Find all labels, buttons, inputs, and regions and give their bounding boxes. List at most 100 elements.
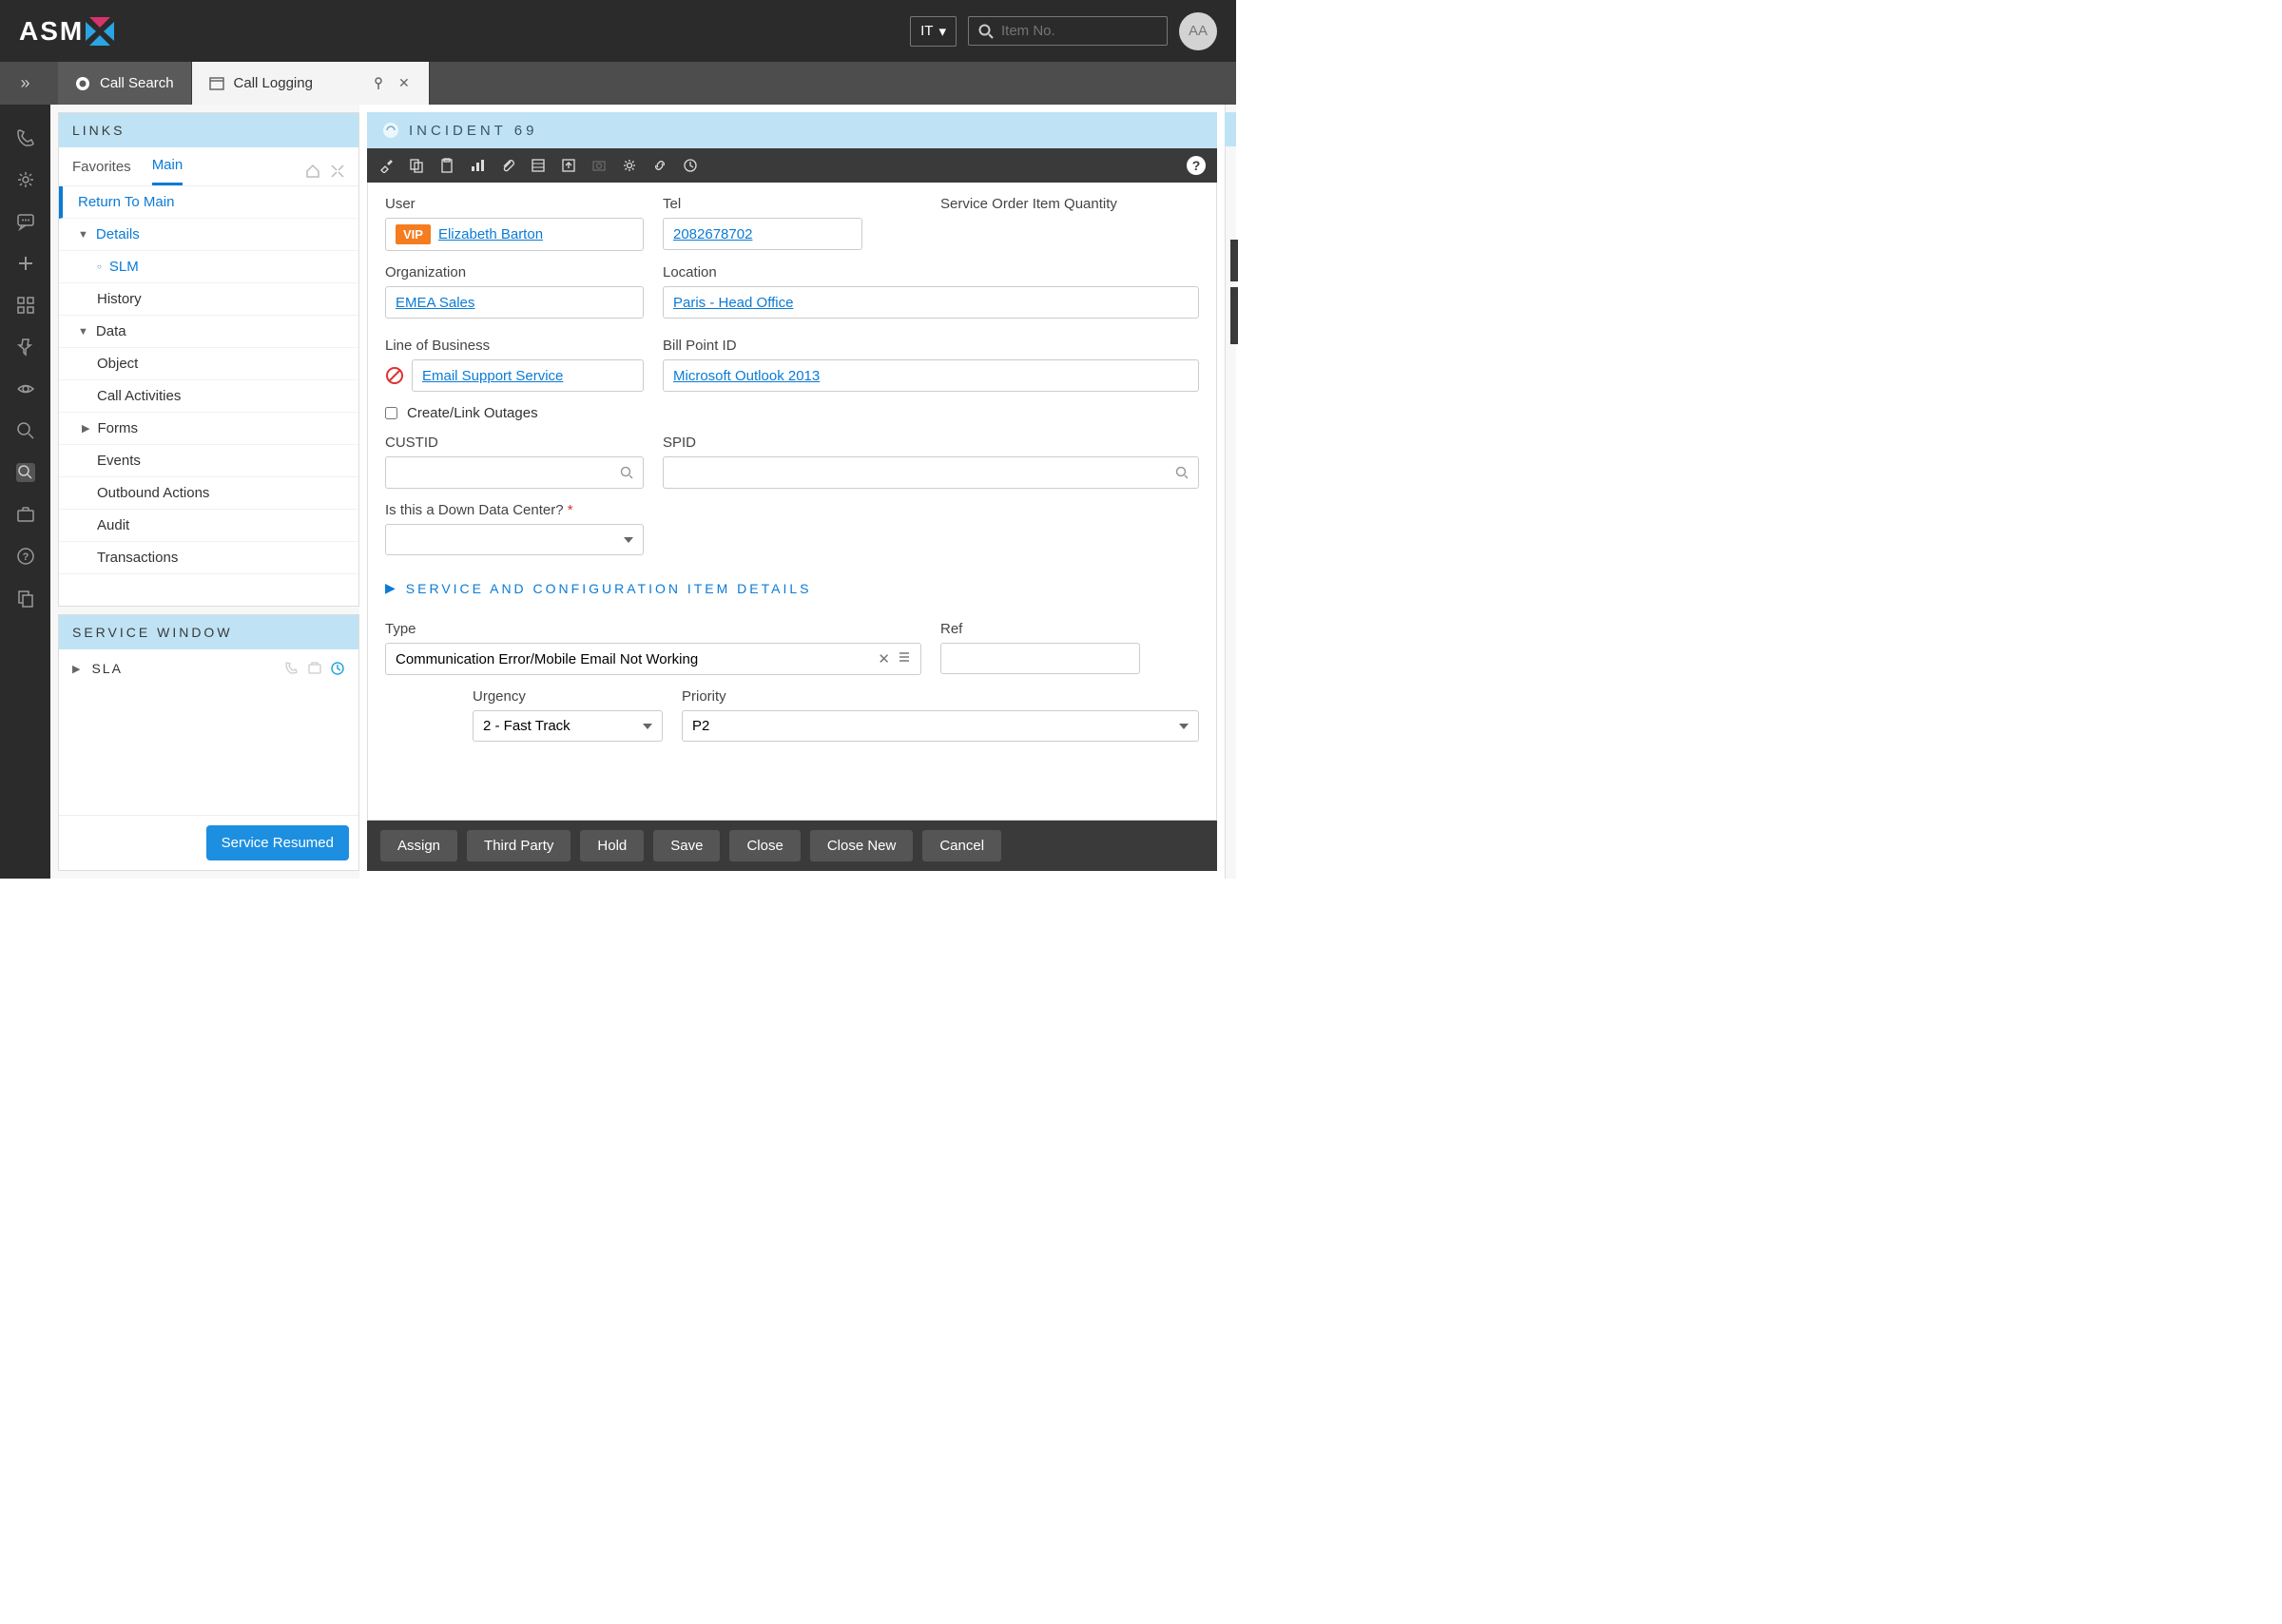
tree-slm[interactable]: ○SLM	[59, 251, 358, 283]
item-search[interactable]	[968, 16, 1168, 46]
type-input[interactable]	[396, 651, 870, 667]
help-icon[interactable]: ?	[13, 544, 38, 569]
camera-tool-icon[interactable]	[591, 158, 607, 173]
home-icon[interactable]	[305, 164, 320, 179]
plus-icon[interactable]	[13, 251, 38, 276]
tree-return[interactable]: Return To Main	[59, 186, 358, 219]
spid-field[interactable]	[663, 456, 1199, 489]
right-scroll-peek[interactable]	[1230, 240, 1238, 281]
search-icon[interactable]	[13, 418, 38, 443]
pin-icon[interactable]	[370, 75, 387, 92]
billpoint-field[interactable]: Microsoft Outlook 2013	[663, 359, 1199, 392]
window-icon	[209, 76, 224, 91]
clock-tool-icon[interactable]	[683, 158, 698, 173]
spid-input[interactable]	[673, 466, 1168, 480]
ref-input[interactable]	[940, 643, 1140, 674]
right-scroll-peek-2[interactable]	[1230, 287, 1238, 344]
eye-icon[interactable]	[13, 377, 38, 401]
avatar[interactable]: AA	[1179, 12, 1217, 50]
clock-icon[interactable]	[330, 661, 345, 676]
create-outages-input[interactable]	[385, 407, 397, 419]
tree-call-activities[interactable]: Call Activities	[59, 380, 358, 413]
svg-text:?: ?	[22, 551, 29, 563]
tree-events[interactable]: Events	[59, 445, 358, 477]
briefcase-icon[interactable]	[13, 502, 38, 527]
location-field[interactable]: Paris - Head Office	[663, 286, 1199, 319]
pin-tool-icon[interactable]	[378, 158, 394, 173]
phone-icon[interactable]	[13, 126, 38, 150]
collapse-icon[interactable]	[330, 164, 345, 179]
bars-tool-icon[interactable]	[470, 158, 485, 173]
list-icon[interactable]	[898, 650, 911, 667]
link-tool-icon[interactable]	[652, 158, 667, 173]
tab-call-search[interactable]: Call Search	[58, 62, 192, 105]
bullet-icon: ○	[97, 262, 102, 271]
tree-history[interactable]: History	[59, 283, 358, 316]
clipboard-tool-icon[interactable]	[439, 158, 454, 173]
tree-data[interactable]: ▼Data	[59, 316, 358, 348]
action-bar: Assign Third Party Hold Save Close Close…	[367, 821, 1217, 871]
third-party-button[interactable]: Third Party	[467, 830, 570, 861]
gear-tool-icon[interactable]	[622, 158, 637, 173]
topbar: ASM IT ▾ AA	[0, 0, 1236, 62]
globe-icon	[75, 76, 90, 91]
grid-icon[interactable]	[13, 293, 38, 318]
sla-row[interactable]: ▶ SLA	[59, 649, 358, 687]
export-tool-icon[interactable]	[561, 158, 576, 173]
custid-field[interactable]	[385, 456, 644, 489]
create-outages-checkbox[interactable]: Create/Link Outages	[385, 405, 1199, 421]
copy-tool-icon[interactable]	[409, 158, 424, 173]
search-icon[interactable]	[1175, 466, 1189, 479]
custid-input[interactable]	[396, 466, 612, 480]
type-field[interactable]: ✕	[385, 643, 921, 675]
copy-icon[interactable]	[13, 586, 38, 610]
phone-small-icon[interactable]	[284, 661, 300, 676]
sla-label: SLA	[91, 661, 122, 676]
tree-details[interactable]: ▼Details	[59, 219, 358, 251]
hold-button[interactable]: Hold	[580, 830, 644, 861]
tree-object[interactable]: Object	[59, 348, 358, 380]
cancel-button[interactable]: Cancel	[922, 830, 1001, 861]
tree-audit[interactable]: Audit	[59, 510, 358, 542]
tel-field[interactable]: 2082678702	[663, 218, 862, 250]
label-user: User	[385, 196, 644, 212]
language-select[interactable]: IT ▾	[910, 16, 957, 47]
urgency-select[interactable]: 2 - Fast Track	[473, 710, 663, 742]
attach-tool-icon[interactable]	[500, 158, 515, 173]
tab-call-logging[interactable]: Call Logging ✕	[192, 62, 430, 105]
priority-select[interactable]: P2	[682, 710, 1199, 742]
tree-forms[interactable]: ▶Forms	[59, 413, 358, 445]
chevron-down-icon: ▾	[938, 23, 946, 40]
organization-field[interactable]: EMEA Sales	[385, 286, 644, 319]
main-tab[interactable]: Main	[152, 157, 184, 185]
refresh-icon[interactable]	[307, 661, 322, 676]
item-search-input[interactable]	[1001, 23, 1157, 39]
right-panel-peek[interactable]	[1225, 112, 1236, 146]
help-tool-icon[interactable]: ?	[1187, 156, 1206, 175]
down-dc-select[interactable]	[385, 524, 644, 555]
user-link[interactable]: Elizabeth Barton	[438, 226, 543, 242]
search-icon[interactable]	[620, 466, 633, 479]
tree-outbound[interactable]: Outbound Actions	[59, 477, 358, 510]
chat-icon[interactable]	[13, 209, 38, 234]
logo-x-icon	[86, 17, 114, 46]
table-tool-icon[interactable]	[531, 158, 546, 173]
gear-icon[interactable]	[13, 167, 38, 192]
service-resumed-button[interactable]: Service Resumed	[206, 825, 349, 860]
close-button[interactable]: Close	[729, 830, 800, 861]
assign-button[interactable]: Assign	[380, 830, 457, 861]
user-field[interactable]: VIP Elizabeth Barton	[385, 218, 644, 251]
save-button[interactable]: Save	[653, 830, 720, 861]
section-sci[interactable]: ▶ SERVICE AND CONFIGURATION ITEM DETAILS	[385, 569, 1199, 608]
pin-icon[interactable]	[13, 335, 38, 359]
caret-down-icon: ▼	[78, 229, 88, 241]
close-new-button[interactable]: Close New	[810, 830, 914, 861]
language-label: IT	[920, 23, 933, 39]
search-filled-icon[interactable]	[13, 460, 38, 485]
tree-transactions[interactable]: Transactions	[59, 542, 358, 574]
lob-field[interactable]: Email Support Service	[412, 359, 644, 392]
clear-icon[interactable]: ✕	[878, 650, 890, 667]
expand-sidebar-button[interactable]: »	[0, 62, 50, 105]
favorites-tab[interactable]: Favorites	[72, 159, 131, 184]
close-icon[interactable]: ✕	[396, 73, 412, 93]
